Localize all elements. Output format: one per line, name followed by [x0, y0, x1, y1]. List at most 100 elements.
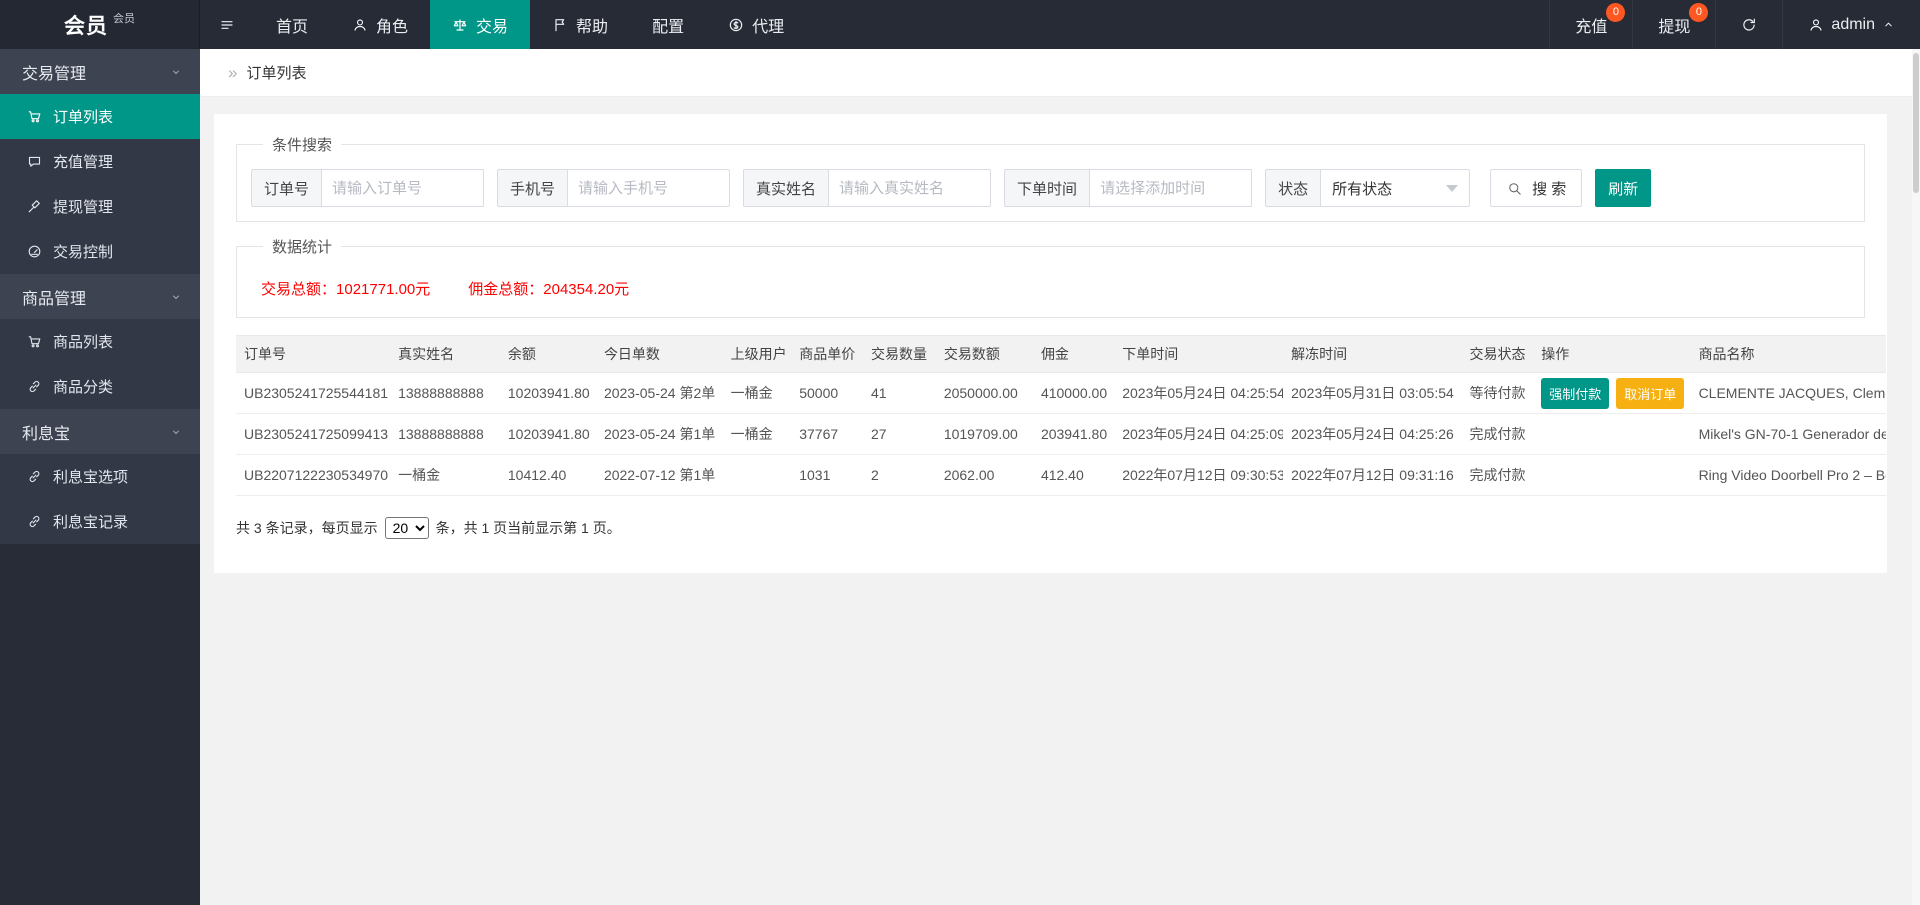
field-label-phone: 手机号 [497, 169, 568, 207]
search-button-label: 搜 索 [1532, 180, 1567, 198]
double-chevron-icon: » [228, 62, 238, 82]
cancel-order-button[interactable]: 取消订单 [1616, 377, 1685, 409]
menu-icon[interactable] [200, 0, 254, 49]
recharge-link[interactable]: 充值 0 [1549, 0, 1632, 49]
table-cell: 2022年07月12日 09:31:16 [1283, 454, 1462, 496]
page-size-select[interactable]: 20 [384, 517, 429, 539]
column-header: 订单号 [236, 335, 391, 373]
order-no-input[interactable] [321, 169, 485, 207]
sidebar-group-label: 利息宝 [22, 425, 71, 443]
column-header: 商品单价 [791, 335, 863, 373]
recharge-badge: 0 [1606, 3, 1626, 22]
nav-item-help[interactable]: 帮助 [530, 0, 630, 49]
column-header: 交易数量 [863, 335, 936, 373]
real-name-input[interactable] [828, 169, 992, 207]
search-legend: 条件搜索 [272, 137, 333, 154]
status-select-value: 所有状态 [1332, 180, 1393, 198]
table-cell: 2023-05-24 第2单 [595, 372, 723, 414]
field-real-name: 真实姓名 [743, 169, 992, 207]
nav-item-roles[interactable]: 角色 [330, 0, 430, 49]
table-cell: 2023年05月24日 04:25:26 [1283, 413, 1462, 455]
nav-item-home[interactable]: 首页 [254, 0, 330, 49]
table-cell: 37767 [791, 413, 863, 455]
table-cell: 1019709.00 [935, 413, 1033, 455]
scrollbar-thumb[interactable] [1913, 53, 1919, 193]
search-icon [1506, 180, 1523, 197]
table-cell: 13888888888 [390, 372, 500, 414]
gauge-icon [27, 244, 42, 259]
cart-icon [27, 109, 42, 124]
table-cell: 10203941.80 [499, 413, 596, 455]
status-select[interactable]: 所有状态 [1320, 169, 1471, 207]
table-row: UB2207122230534970 一桶金 10412.40 2022-07-12 … [236, 454, 1886, 496]
pagination: 共 3 条记录，每页显示 20 条，共 1 页当前显示第 1 页。 [236, 517, 1865, 539]
nav-item-config[interactable]: 配置 [630, 0, 706, 49]
nav-item-label: 配置 [652, 18, 685, 36]
chevron-down-icon [1446, 184, 1459, 192]
search-row: 订单号 手机号 真实姓名 下单时间 状态所有状态 搜 索 刷新 [251, 169, 1850, 207]
sidebar-group-lixibao[interactable]: 利息宝 [0, 409, 200, 454]
table-cell: 一桶金 [722, 413, 792, 455]
column-header: 今日单数 [595, 335, 723, 373]
menu-icon [219, 17, 235, 33]
product-name-cell: CLEMENTE JACQUES, Clemente Jacques Vinag… [1690, 372, 1886, 414]
table-cell: 50000 [791, 372, 863, 414]
table-cell: 41 [863, 372, 936, 414]
table-cell: 13888888888 [390, 413, 500, 455]
logo-title: 会员 [64, 14, 108, 38]
field-label-order-no: 订单号 [251, 169, 322, 207]
table-cell: 10203941.80 [499, 372, 596, 414]
sidebar-item-label: 交易控制 [53, 244, 114, 261]
force-pay-button[interactable]: 强制付款 [1541, 377, 1610, 409]
withdraw-link[interactable]: 提现 0 [1632, 0, 1715, 49]
sidebar-item-trade-control[interactable]: 交易控制 [0, 229, 200, 274]
chevron-down-icon [170, 291, 182, 303]
sidebar-item-order-list[interactable]: 订单列表 [0, 94, 200, 139]
sidebar-group-trade-management[interactable]: 交易管理 [0, 49, 200, 94]
sidebar-item-lixibao-options[interactable]: 利息宝选项 [0, 454, 200, 499]
nav-item-agent[interactable]: 代理 [706, 0, 806, 49]
flag-icon [552, 17, 568, 33]
table-cell: 等待付款 [1461, 372, 1534, 414]
sidebar-item-product-category[interactable]: 商品分类 [0, 364, 200, 409]
page-title: 订单列表 [246, 65, 307, 82]
sidebar-item-label: 商品分类 [53, 379, 114, 396]
refresh-icon-button[interactable] [1715, 0, 1782, 49]
sidebar-group-product-management[interactable]: 商品管理 [0, 274, 200, 319]
table-cell: 2062.00 [935, 454, 1033, 496]
column-header: 上级用户 [722, 335, 792, 373]
column-header: 交易数额 [935, 335, 1033, 373]
comment-icon [27, 154, 42, 169]
sidebar-item-withdraw-management[interactable]: 提现管理 [0, 184, 200, 229]
phone-input[interactable] [567, 169, 731, 207]
table-cell: 2023年05月24日 04:25:09 [1114, 413, 1284, 455]
refresh-button[interactable]: 刷新 [1595, 169, 1652, 207]
column-header: 余额 [499, 335, 596, 373]
search-button[interactable]: 搜 索 [1490, 169, 1583, 207]
nav-item-label: 角色 [376, 18, 409, 36]
logo: 会员 会员 [0, 0, 200, 49]
column-header: 解冻时间 [1283, 335, 1462, 373]
order-time-input[interactable] [1089, 169, 1253, 207]
search-fieldset: 条件搜索 订单号 手机号 真实姓名 下单时间 状态所有状态 搜 索 刷新 [236, 134, 1865, 222]
column-header: 真实姓名 [390, 335, 500, 373]
table-cell: 一桶金 [722, 372, 792, 414]
recharge-label: 充值 [1575, 18, 1608, 36]
user-menu[interactable]: admin [1782, 0, 1920, 49]
sidebar-item-recharge-management[interactable]: 充值管理 [0, 139, 200, 184]
table-cell: 1031 [791, 454, 863, 496]
sidebar-item-product-list[interactable]: 商品列表 [0, 319, 200, 364]
nav-item-trade[interactable]: 交易 [430, 0, 531, 49]
dollar-circle-icon [728, 17, 744, 33]
nav-item-label: 首页 [276, 18, 309, 36]
stats-legend: 数据统计 [272, 239, 333, 256]
scrollbar-track [1912, 49, 1920, 905]
actions-cell [1533, 454, 1691, 496]
sidebar-item-lixibao-records[interactable]: 利息宝记录 [0, 499, 200, 544]
sidebar-item-label: 商品列表 [53, 334, 114, 351]
table-cell [722, 454, 792, 496]
table-cell: 2022-07-12 第1单 [595, 454, 723, 496]
nav-item-label: 帮助 [576, 18, 609, 36]
field-label-order-time: 下单时间 [1004, 169, 1090, 207]
table-cell: 27 [863, 413, 936, 455]
